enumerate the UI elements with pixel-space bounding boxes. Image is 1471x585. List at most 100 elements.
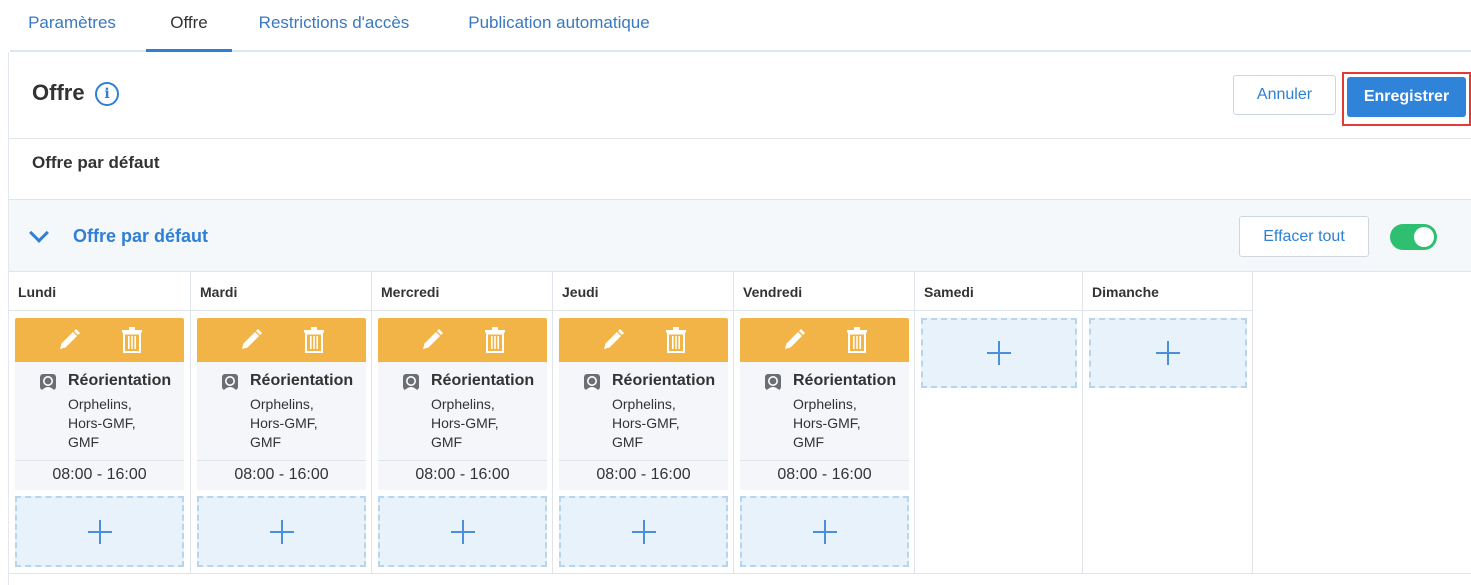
toggle-knob [1414, 227, 1434, 247]
trash-icon[interactable] [484, 327, 506, 353]
doctor-icon [584, 374, 600, 390]
slot-details[interactable]: Réorientation Orphelins, Hors-GMF, GMF [15, 362, 184, 460]
slot-line: GMF [612, 434, 644, 450]
slot-details[interactable]: Réorientation Orphelins, Hors-GMF, GMF [559, 362, 728, 460]
cancel-button[interactable]: Annuler [1233, 75, 1336, 115]
slot-time: 08:00 - 16:00 [197, 460, 366, 490]
time-slot: Réorientation Orphelins, Hors-GMF, GMF 0… [559, 318, 728, 490]
day-name: Mardi [200, 284, 238, 300]
plus-icon [631, 519, 656, 544]
slot-line: Hors-GMF, [612, 415, 680, 431]
offer-toggle[interactable] [1390, 224, 1437, 250]
accordion-header[interactable]: Offre par défaut Effacer tout [9, 200, 1471, 272]
slot-line: Orphelins, [793, 396, 857, 412]
tab-restrictions-acces[interactable]: Restrictions d'accès [250, 0, 418, 52]
slot-line: GMF [250, 434, 282, 450]
save-button-highlight: Enregistrer [1342, 72, 1471, 126]
time-slot: Réorientation Orphelins, Hors-GMF, GMF 0… [197, 318, 366, 490]
day-column: Jeudi Réorientation Orphelins, Hors-GMF,… [553, 272, 734, 573]
chevron-down-icon[interactable] [29, 223, 49, 243]
slot-details[interactable]: Réorientation Orphelins, Hors-GMF, GMF [740, 362, 909, 460]
divider [9, 310, 190, 311]
trash-icon[interactable] [846, 327, 868, 353]
doctor-icon [403, 374, 419, 390]
slot-line: Hors-GMF, [68, 415, 136, 431]
pencil-icon[interactable] [420, 328, 444, 352]
slot-time: 08:00 - 16:00 [378, 460, 547, 490]
pencil-icon[interactable] [601, 328, 625, 352]
day-column: Mercredi Réorientation Orphelins, Hors-G… [372, 272, 553, 573]
slot-line: GMF [68, 434, 100, 450]
tab-publication-automatique[interactable]: Publication automatique [456, 0, 662, 52]
slot-title: Réorientation [68, 372, 172, 389]
divider [734, 310, 914, 311]
slot-title: Réorientation [793, 372, 897, 389]
slot-line: Orphelins, [431, 396, 495, 412]
add-slot-button[interactable] [559, 496, 728, 567]
day-column: Vendredi Réorientation Orphelins, Hors-G… [734, 272, 915, 573]
slot-line: Hors-GMF, [793, 415, 861, 431]
slot-details[interactable]: Réorientation Orphelins, Hors-GMF, GMF [197, 362, 366, 460]
slot-line: Hors-GMF, [250, 415, 318, 431]
accordion-title[interactable]: Offre par défaut [73, 226, 208, 247]
slot-line: Orphelins, [68, 396, 132, 412]
doctor-icon [765, 374, 781, 390]
save-button[interactable]: Enregistrer [1347, 77, 1466, 117]
page-title: Offre [32, 80, 85, 105]
clear-all-button[interactable]: Effacer tout [1239, 216, 1369, 257]
slot-time: 08:00 - 16:00 [15, 460, 184, 490]
day-name: Mercredi [381, 284, 440, 300]
doctor-icon [222, 374, 238, 390]
divider [372, 310, 552, 311]
slot-time: 08:00 - 16:00 [559, 460, 728, 490]
page-header: Offre i Annuler Enregistrer [9, 52, 1471, 139]
time-slot: Réorientation Orphelins, Hors-GMF, GMF 0… [15, 318, 184, 490]
day-column: Dimanche [1083, 272, 1253, 573]
divider [553, 310, 733, 311]
slot-title: Réorientation [431, 372, 535, 389]
add-slot-button[interactable] [15, 496, 184, 567]
slot-line: Orphelins, [612, 396, 676, 412]
trash-icon[interactable] [665, 327, 687, 353]
plus-icon [450, 519, 475, 544]
slot-toolbar [197, 318, 366, 362]
add-slot-button[interactable] [1089, 318, 1247, 388]
day-name: Samedi [924, 284, 974, 300]
day-name: Dimanche [1092, 284, 1159, 300]
slot-title: Réorientation [250, 372, 354, 389]
plus-icon [269, 519, 294, 544]
time-slot: Réorientation Orphelins, Hors-GMF, GMF 0… [740, 318, 909, 490]
pencil-icon[interactable] [239, 328, 263, 352]
slot-line: Orphelins, [250, 396, 314, 412]
doctor-icon [40, 374, 56, 390]
trash-icon[interactable] [121, 327, 143, 353]
section-label: Offre par défaut [32, 153, 160, 172]
info-icon[interactable]: i [95, 82, 119, 106]
plus-icon [1156, 341, 1180, 365]
divider [191, 310, 371, 311]
plus-icon [987, 341, 1011, 365]
slot-line: GMF [793, 434, 825, 450]
day-name: Lundi [18, 284, 57, 300]
divider [1083, 310, 1252, 311]
divider [9, 573, 1471, 574]
slot-details[interactable]: Réorientation Orphelins, Hors-GMF, GMF [378, 362, 547, 460]
add-slot-button[interactable] [740, 496, 909, 567]
pencil-icon[interactable] [57, 328, 81, 352]
add-slot-button[interactable] [921, 318, 1077, 388]
day-name: Vendredi [743, 284, 803, 300]
trash-icon[interactable] [303, 327, 325, 353]
plus-icon [812, 519, 837, 544]
day-column: Samedi [915, 272, 1083, 573]
tab-offre[interactable]: Offre [146, 0, 232, 52]
add-slot-button[interactable] [378, 496, 547, 567]
day-column: Mardi Réorientation Orphelins, Hors-GMF,… [191, 272, 372, 573]
slot-toolbar [15, 318, 184, 362]
pencil-icon[interactable] [782, 328, 806, 352]
day-column: Lundi Réorientation Orphelins, Hors-GMF,… [9, 272, 191, 573]
slot-title: Réorientation [612, 372, 716, 389]
tab-parametres[interactable]: Paramètres [22, 0, 122, 52]
add-slot-button[interactable] [197, 496, 366, 567]
divider [915, 310, 1082, 311]
day-name: Jeudi [562, 284, 599, 300]
